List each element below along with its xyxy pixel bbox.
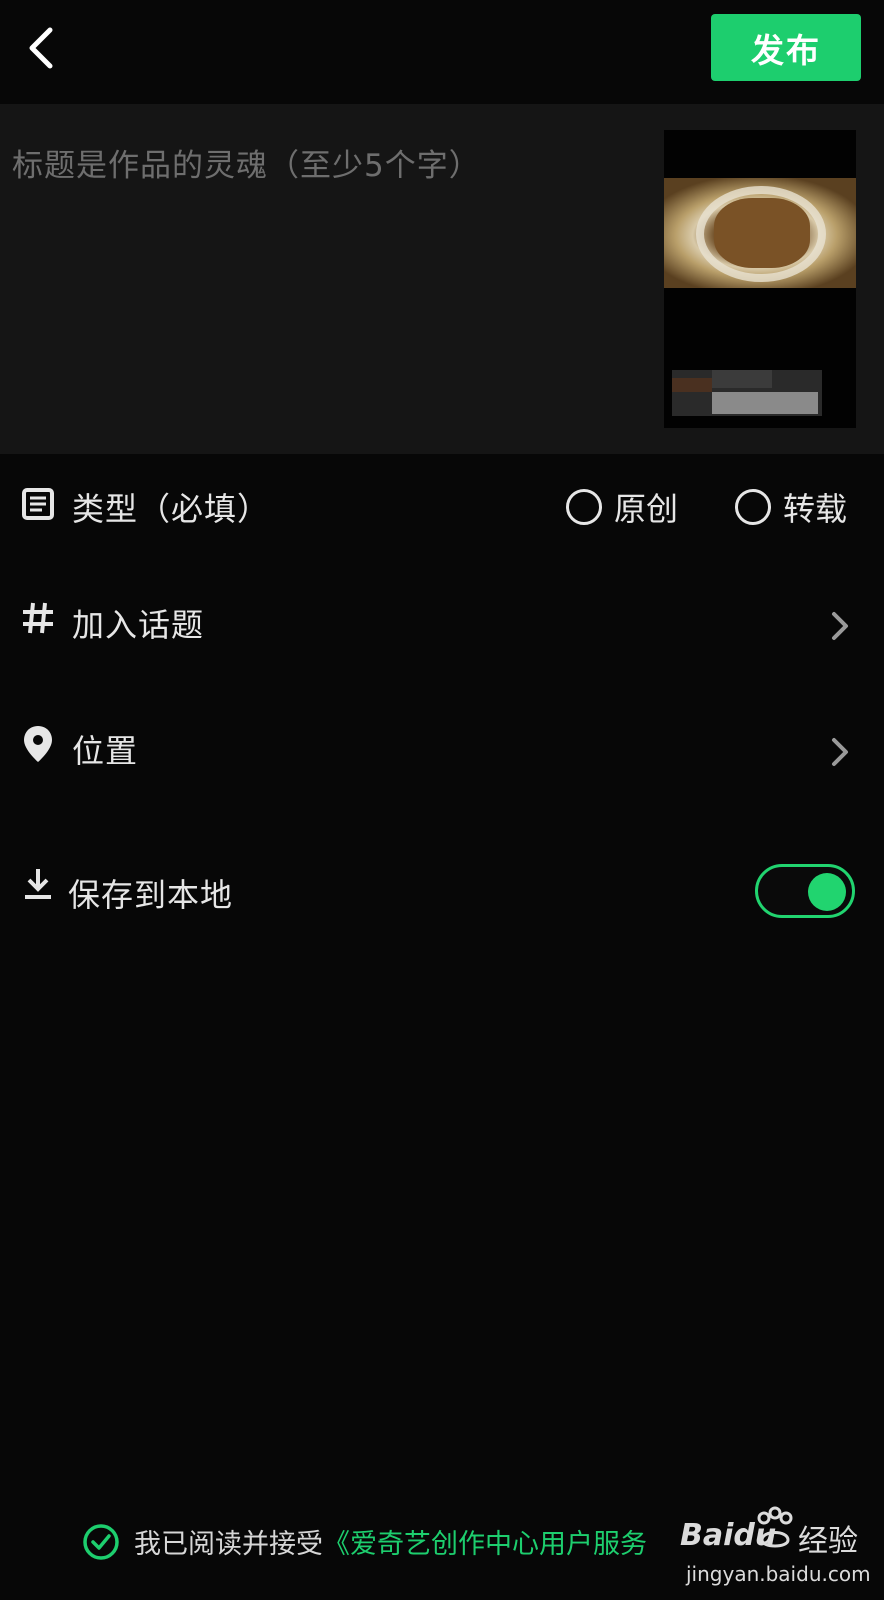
paw-icon (757, 1506, 793, 1548)
toggle-knob (808, 873, 846, 911)
chevron-right-icon (832, 738, 848, 766)
publish-button[interactable]: 发布 (711, 14, 861, 81)
topic-label: 加入话题 (72, 606, 205, 644)
cover-thumbnail[interactable] (664, 130, 856, 428)
agreement-text: 我已阅读并接受 (134, 1529, 323, 1560)
save-local-row: 保存到本地 (0, 850, 884, 930)
check-circle-icon[interactable] (82, 1523, 120, 1561)
top-bar: 发布 (0, 0, 884, 104)
baidu-jingyan-watermark: Baidu 经验 jingyan.baidu.com (680, 1500, 880, 1596)
chevron-left-icon (29, 27, 53, 69)
download-icon (18, 864, 58, 904)
radio-unchecked-icon (566, 489, 602, 525)
type-option-label: 转载 (783, 490, 848, 528)
type-row: 类型（必填） 原创 转载 (0, 464, 884, 544)
publish-page: 发布 标题是作品的灵魂（至少5个字） 类型（必填） 原创 转载 加入话题 位置 … (0, 0, 884, 1600)
watermark-suffix: 经验 (798, 1524, 858, 1559)
title-area: 标题是作品的灵魂（至少5个字） (0, 104, 884, 454)
hashtag-icon (18, 598, 58, 638)
type-option-original[interactable]: 原创 (566, 484, 678, 530)
type-label: 类型（必填） (72, 490, 271, 528)
topic-row[interactable]: 加入话题 (0, 584, 884, 664)
back-button[interactable] (22, 24, 66, 72)
title-input[interactable]: 标题是作品的灵魂（至少5个字） (12, 140, 481, 185)
type-option-repost[interactable]: 转载 (735, 484, 847, 530)
save-local-label: 保存到本地 (68, 876, 234, 914)
agreement-link[interactable]: 《爱奇艺创作中心用户服务 (323, 1522, 647, 1561)
location-row[interactable]: 位置 (0, 710, 884, 790)
agreement-row: 我已阅读并接受 《爱奇艺创作中心用户服务 (82, 1522, 647, 1561)
radio-unchecked-icon (735, 489, 771, 525)
list-doc-icon (18, 484, 58, 524)
watermark-url: jingyan.baidu.com (686, 1562, 871, 1586)
cover-food-image (664, 178, 856, 288)
location-label: 位置 (72, 732, 139, 770)
chevron-right-icon (832, 612, 848, 640)
save-local-toggle[interactable] (755, 864, 855, 918)
location-pin-icon (18, 724, 58, 764)
type-option-label: 原创 (614, 490, 679, 528)
cover-caption-blurred (672, 370, 822, 416)
